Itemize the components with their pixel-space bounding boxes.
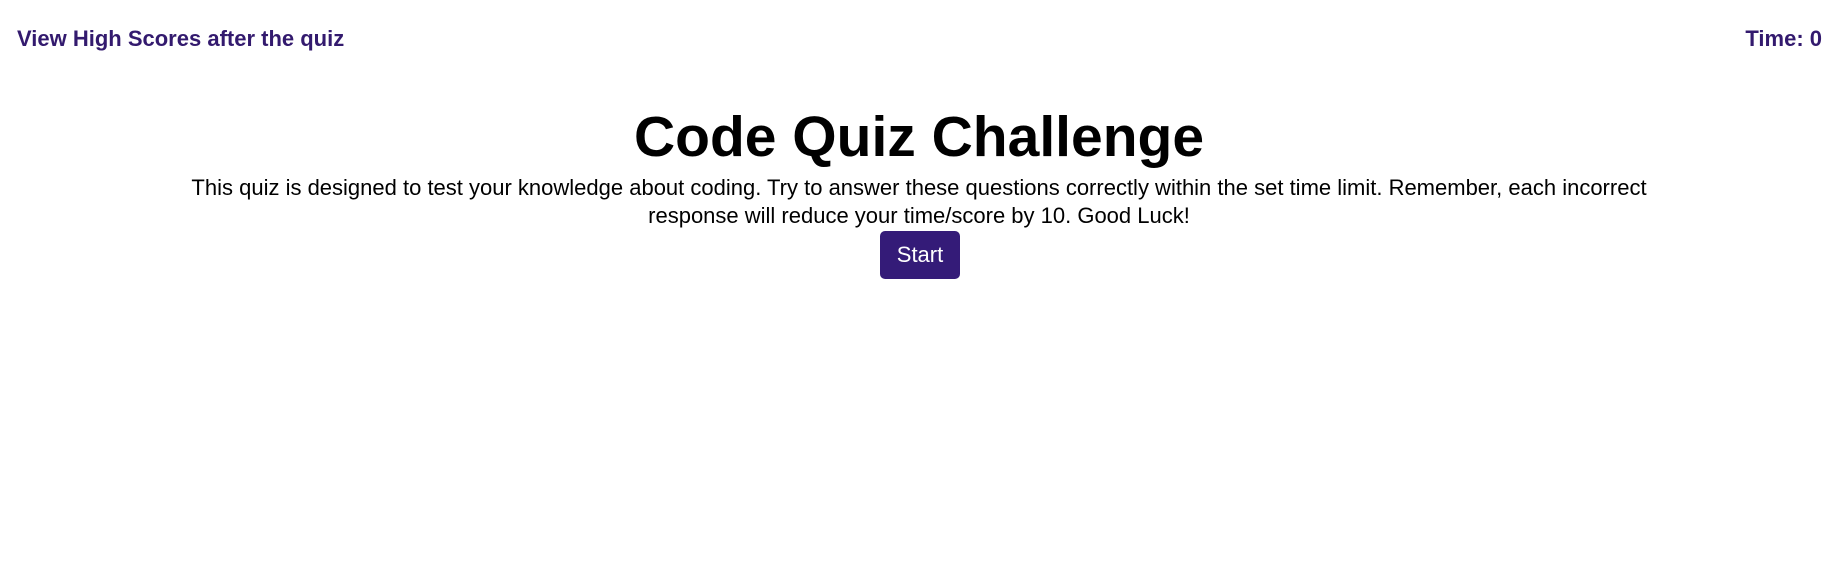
page-title: Code Quiz Challenge xyxy=(633,105,1205,169)
start-button[interactable]: Start xyxy=(880,231,960,279)
timer: Time: 0 xyxy=(1745,26,1822,51)
quiz-description: This quiz is designed to test your knowl… xyxy=(191,175,1647,228)
view-high-scores-link[interactable]: View High Scores after the quiz xyxy=(17,26,344,52)
